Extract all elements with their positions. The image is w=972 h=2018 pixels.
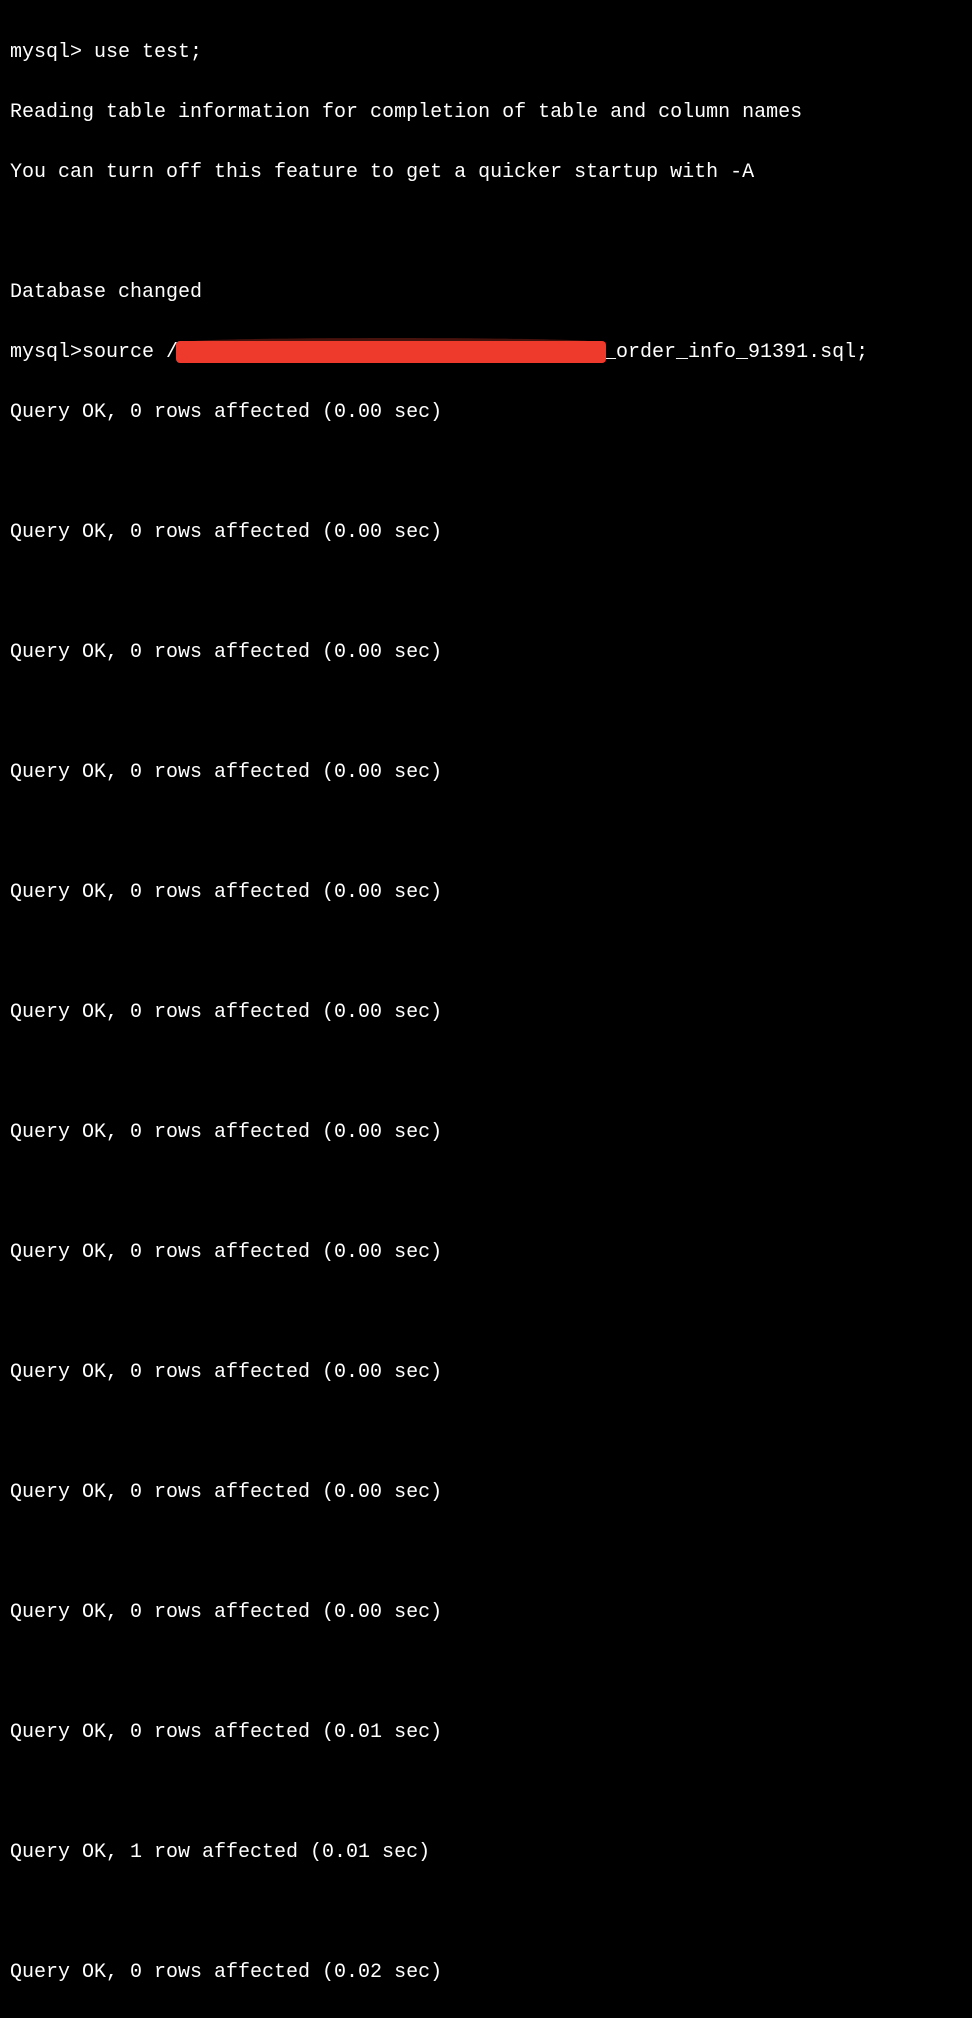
mysql-prompt: mysql> (10, 41, 82, 64)
blank-line (10, 938, 962, 968)
blank-line (10, 458, 962, 488)
blank-line (10, 818, 962, 848)
terminal-output[interactable]: mysql> use test; Reading table informati… (10, 8, 962, 2018)
prompt-line-use: mysql> use test; (10, 38, 962, 68)
query-result: Query OK, 0 rows affected (0.00 sec) (10, 518, 962, 548)
blank-line (10, 1538, 962, 1568)
blank-line (10, 578, 962, 608)
query-result: Query OK, 0 rows affected (0.00 sec) (10, 998, 962, 1028)
info-line-2: You can turn off this feature to get a q… (10, 158, 962, 188)
info-line-1: Reading table information for completion… (10, 98, 962, 128)
query-result: Query OK, 0 rows affected (0.02 sec) (10, 1958, 962, 1988)
blank-line (10, 1298, 962, 1328)
redacted-path (176, 341, 606, 363)
query-result: Query OK, 0 rows affected (0.00 sec) (10, 638, 962, 668)
command-source-suffix: _order_info_91391.sql; (604, 338, 868, 368)
command-use: use test; (94, 41, 202, 64)
query-result: Query OK, 0 rows affected (0.00 sec) (10, 1478, 962, 1508)
query-result: Query OK, 0 rows affected (0.00 sec) (10, 758, 962, 788)
query-result: Query OK, 0 rows affected (0.00 sec) (10, 1118, 962, 1148)
query-result: Query OK, 0 rows affected (0.00 sec) (10, 1358, 962, 1388)
command-source-prefix: source / (82, 338, 178, 368)
blank-line (10, 698, 962, 728)
query-result: Query OK, 0 rows affected (0.01 sec) (10, 1718, 962, 1748)
mysql-prompt: mysql> (10, 338, 82, 368)
blank-line (10, 1058, 962, 1088)
query-result: Query OK, 0 rows affected (0.00 sec) (10, 1598, 962, 1628)
blank-line (10, 218, 962, 248)
query-result: Query OK, 0 rows affected (0.00 sec) (10, 878, 962, 908)
query-result: Query OK, 1 row affected (0.01 sec) (10, 1838, 962, 1868)
database-changed: Database changed (10, 278, 962, 308)
blank-line (10, 1658, 962, 1688)
blank-line (10, 1178, 962, 1208)
blank-line (10, 1898, 962, 1928)
query-result: Query OK, 0 rows affected (0.00 sec) (10, 398, 962, 428)
blank-line (10, 1778, 962, 1808)
blank-line (10, 1418, 962, 1448)
prompt-line-source: mysql> source / _order_info_91391.sql; (10, 338, 962, 368)
query-result: Query OK, 0 rows affected (0.00 sec) (10, 1238, 962, 1268)
